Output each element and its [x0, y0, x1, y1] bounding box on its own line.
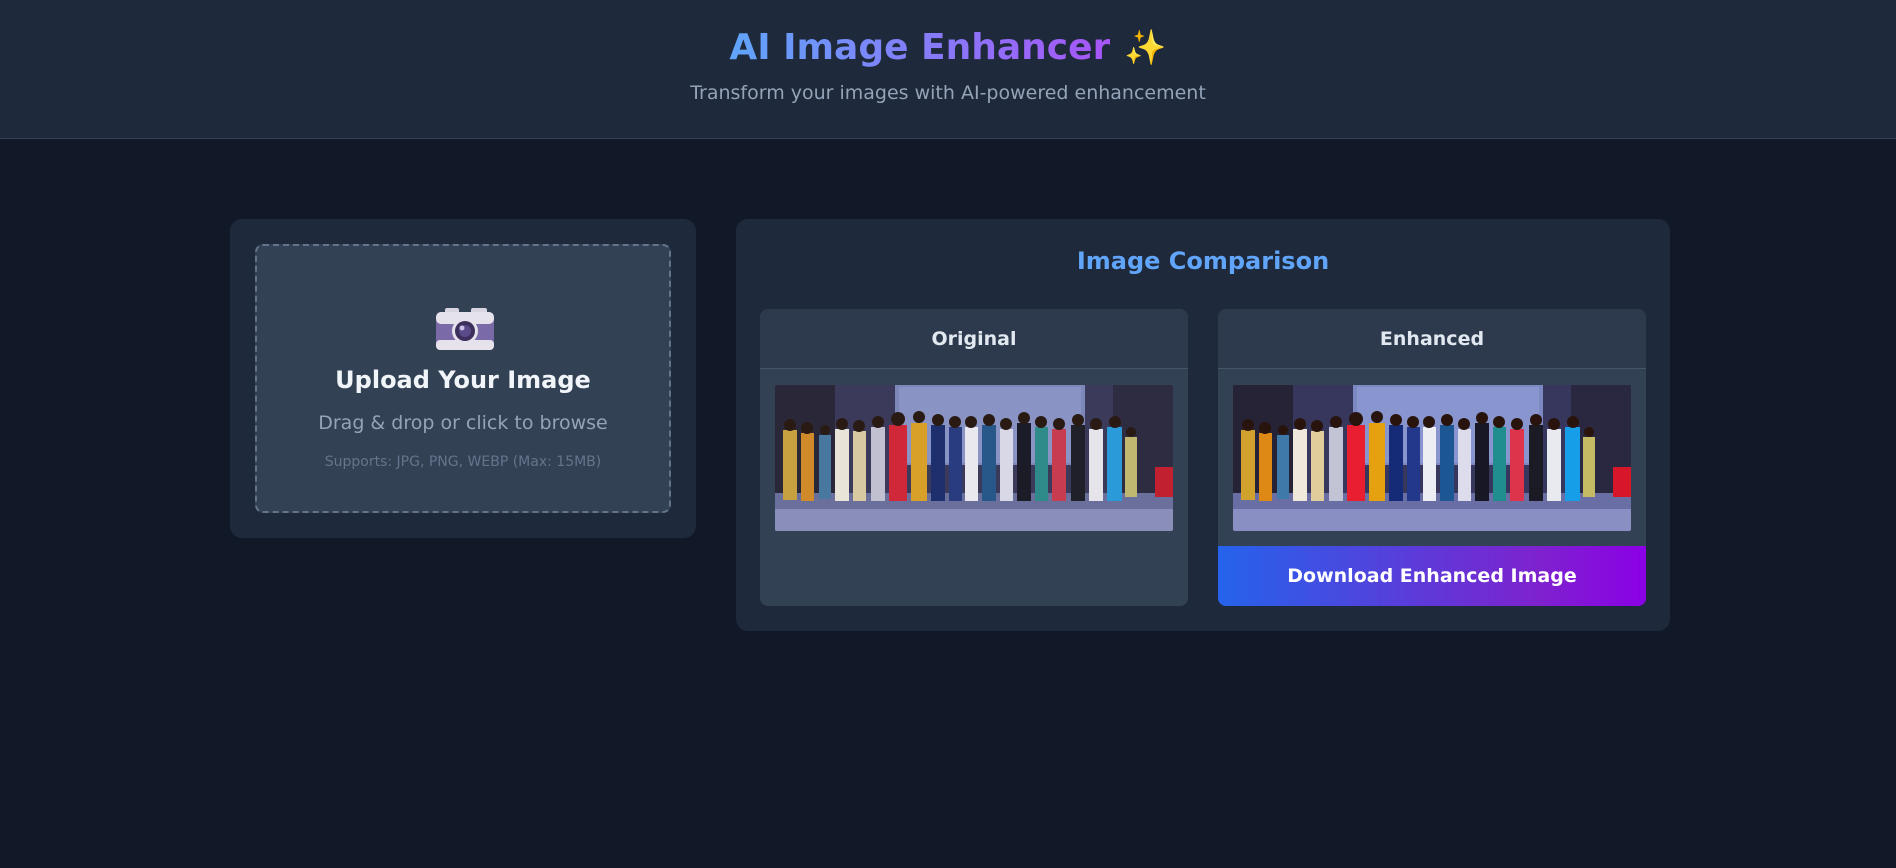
original-image — [775, 385, 1173, 531]
title-row: AI Image Enhancer ✨ — [0, 24, 1896, 72]
upload-title: Upload Your Image — [335, 366, 591, 394]
comparison-title: Image Comparison — [1076, 247, 1330, 275]
upload-format-note: Supports: JPG, PNG, WEBP (Max: 15MB) — [324, 454, 602, 470]
page-subtitle: Transform your images with AI-powered en… — [690, 82, 1206, 104]
comparison-card: Image Comparison Original Enhanced Downl… — [736, 219, 1670, 631]
page-title: AI Image Enhancer — [729, 24, 1110, 72]
download-enhanced-button[interactable]: Download Enhanced Image — [1218, 546, 1646, 606]
camera-icon — [436, 308, 494, 350]
original-label: Original — [760, 309, 1188, 369]
enhanced-label: Enhanced — [1218, 309, 1646, 369]
enhanced-panel: Enhanced Download Enhanced Image — [1218, 309, 1646, 606]
app-header: AI Image Enhancer ✨ Transform your image… — [0, 0, 1896, 139]
upload-card: Upload Your Image Drag & drop or click t… — [230, 219, 696, 538]
upload-dropzone[interactable]: Upload Your Image Drag & drop or click t… — [255, 244, 671, 513]
sparkles-icon: ✨ — [1124, 28, 1167, 68]
upload-instructions: Drag & drop or click to browse — [318, 412, 608, 434]
original-panel: Original — [760, 309, 1188, 606]
enhanced-image — [1233, 385, 1631, 531]
